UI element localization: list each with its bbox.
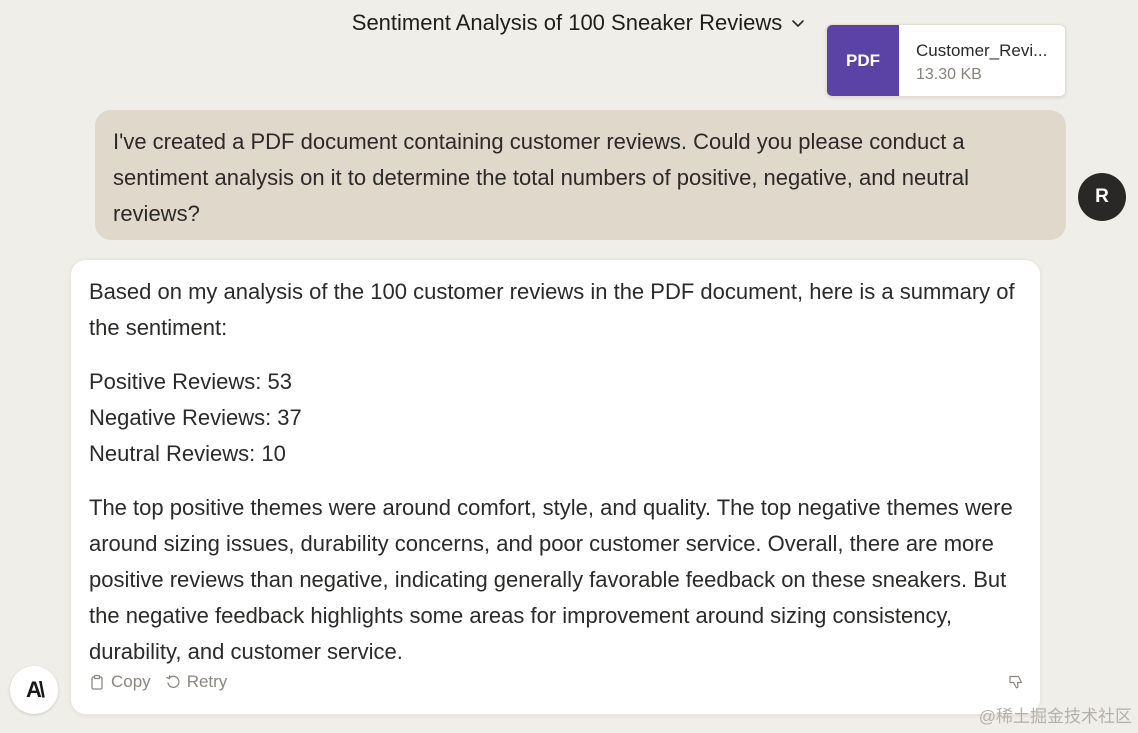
message-actions: Copy Retry [89,664,1024,700]
stat-positive: Positive Reviews: 53 [89,369,292,394]
retry-icon [165,675,180,688]
claude-logo: A\ [10,666,58,714]
conversation-title: Sentiment Analysis of 100 Sneaker Review… [351,10,783,35]
attachment-card[interactable]: PDF Customer_Revi... 13.30 KB [826,24,1066,97]
user-message: I've created a PDF document containing c… [95,110,1066,240]
stat-neutral: Neutral Reviews: 10 [89,441,286,466]
assistant-message: Based on my analysis of the 100 customer… [70,259,1041,715]
sentiment-stats: Positive Reviews: 53 Negative Reviews: 3… [89,364,1022,472]
thumbs-down-icon [1009,675,1023,689]
copy-label: Copy [111,672,151,691]
attachment-name: Customer_Revi... [916,41,1048,60]
user-message-text: I've created a PDF document containing c… [113,129,970,226]
user-avatar[interactable]: R [1078,173,1126,221]
copy-button[interactable]: Copy [89,664,151,700]
stat-negative: Negative Reviews: 37 [89,405,302,430]
watermark: @稀土掘金技术社区 [978,707,1132,726]
retry-button[interactable]: Retry [165,664,228,700]
assistant-summary: The top positive themes were around comf… [89,495,1013,664]
chat-page: Sentiment Analysis of 100 Sneaker Review… [0,0,1138,733]
clipboard-icon [91,674,103,690]
conversation-title-button[interactable]: Sentiment Analysis of 100 Sneaker Review… [332,10,806,36]
assistant-intro: Based on my analysis of the 100 customer… [89,279,1015,340]
attachment-size: 13.30 KB [916,66,982,83]
retry-label: Retry [186,672,228,691]
chevron-down-icon [792,20,805,27]
attachment-info: Customer_Revi... 13.30 KB [899,25,1047,96]
thumbs-down-button[interactable] [1008,674,1024,690]
pdf-file-icon: PDF [827,25,899,96]
